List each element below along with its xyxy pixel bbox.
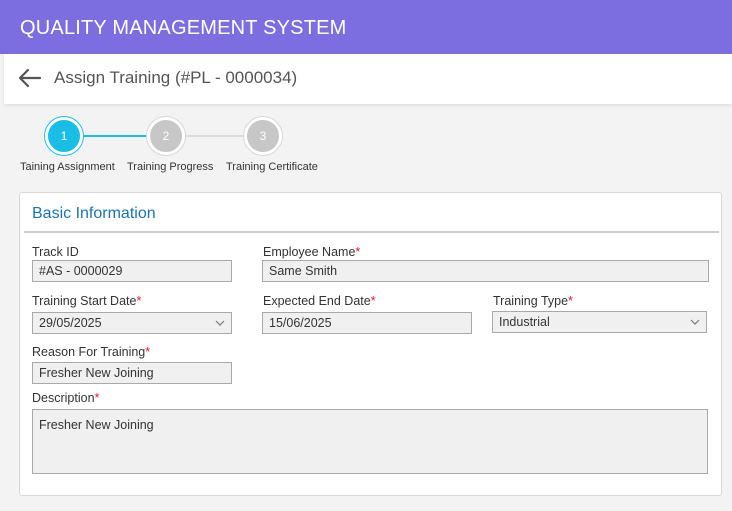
expected-end-date-field[interactable]: 15/06/2025 — [262, 312, 472, 334]
page-title: Assign Training (#PL - 0000034) — [54, 68, 298, 87]
step-connector-1 — [81, 135, 149, 137]
expected-end-date-value: 15/06/2025 — [269, 316, 332, 330]
required-asterisk: * — [145, 345, 151, 359]
basic-information-card: Basic Information Track ID #AS - 0000029… — [19, 192, 722, 496]
employee-name-field[interactable]: Same Smith — [262, 260, 709, 282]
required-asterisk: * — [355, 245, 361, 259]
training-type-select[interactable]: Industrial — [492, 311, 707, 333]
required-asterisk: * — [568, 294, 573, 308]
step-2-number: 2 — [162, 129, 170, 143]
arrow-left-icon[interactable] — [18, 68, 42, 88]
description-label-text: Description — [32, 391, 95, 405]
employee-name-label: Employee Name* — [263, 245, 360, 259]
section-divider — [24, 231, 719, 233]
training-start-date-value: 29/05/2025 — [39, 316, 102, 330]
reason-for-training-label-text: Reason For Training — [32, 345, 146, 359]
reason-for-training-label: Reason For Training* — [32, 345, 150, 359]
page-header: Assign Training (#PL - 0000034) — [4, 54, 732, 104]
step-3-circle[interactable]: 3 — [244, 117, 282, 155]
step-1-number: 1 — [60, 129, 68, 143]
training-stepper: 1 2 3 Taining Assignment Training Progre… — [0, 116, 732, 180]
description-value: Fresher New Joining — [39, 418, 154, 432]
step-2-label[interactable]: Training Progress — [127, 161, 213, 173]
training-start-date-label: Training Start Date* — [32, 294, 141, 308]
step-1-label[interactable]: Taining Assignment — [20, 161, 115, 173]
training-start-date-select[interactable]: 29/05/2025 — [32, 312, 232, 334]
track-id-value: #AS - 0000029 — [39, 264, 123, 278]
top-app-bar: QUALITY MANAGEMENT SYSTEM — [0, 0, 732, 54]
track-id-label: Track ID — [32, 245, 79, 259]
expected-end-date-label-text: Expected End Date — [263, 294, 371, 308]
employee-name-label-text: Employee Name — [263, 245, 356, 259]
description-label: Description* — [32, 391, 99, 405]
required-asterisk: * — [136, 294, 142, 308]
chevron-down-icon — [690, 319, 700, 325]
required-asterisk: * — [370, 294, 376, 308]
step-1-circle[interactable]: 1 — [45, 117, 83, 155]
track-id-field[interactable]: #AS - 0000029 — [32, 260, 232, 282]
expected-end-date-label: Expected End Date* — [263, 294, 376, 308]
training-type-label: Training Type* — [493, 294, 573, 308]
step-3-number: 3 — [259, 129, 267, 143]
section-title: Basic Information — [32, 205, 156, 222]
required-asterisk: * — [94, 391, 100, 405]
step-2-circle[interactable]: 2 — [147, 117, 185, 155]
description-textarea[interactable]: Fresher New Joining — [32, 409, 708, 474]
step-3-label[interactable]: Training Certificate — [226, 161, 318, 173]
training-type-label-text: Training Type — [493, 294, 569, 308]
employee-name-value: Same Smith — [269, 264, 338, 278]
chevron-down-icon — [215, 320, 225, 326]
training-type-value: Industrial — [499, 315, 550, 329]
reason-for-training-field[interactable]: Fresher New Joining — [32, 362, 232, 384]
step-connector-2 — [184, 135, 246, 137]
app-title: QUALITY MANAGEMENT SYSTEM — [20, 17, 347, 39]
training-start-date-label-text: Training Start Date — [32, 294, 137, 308]
reason-for-training-value: Fresher New Joining — [39, 366, 154, 380]
